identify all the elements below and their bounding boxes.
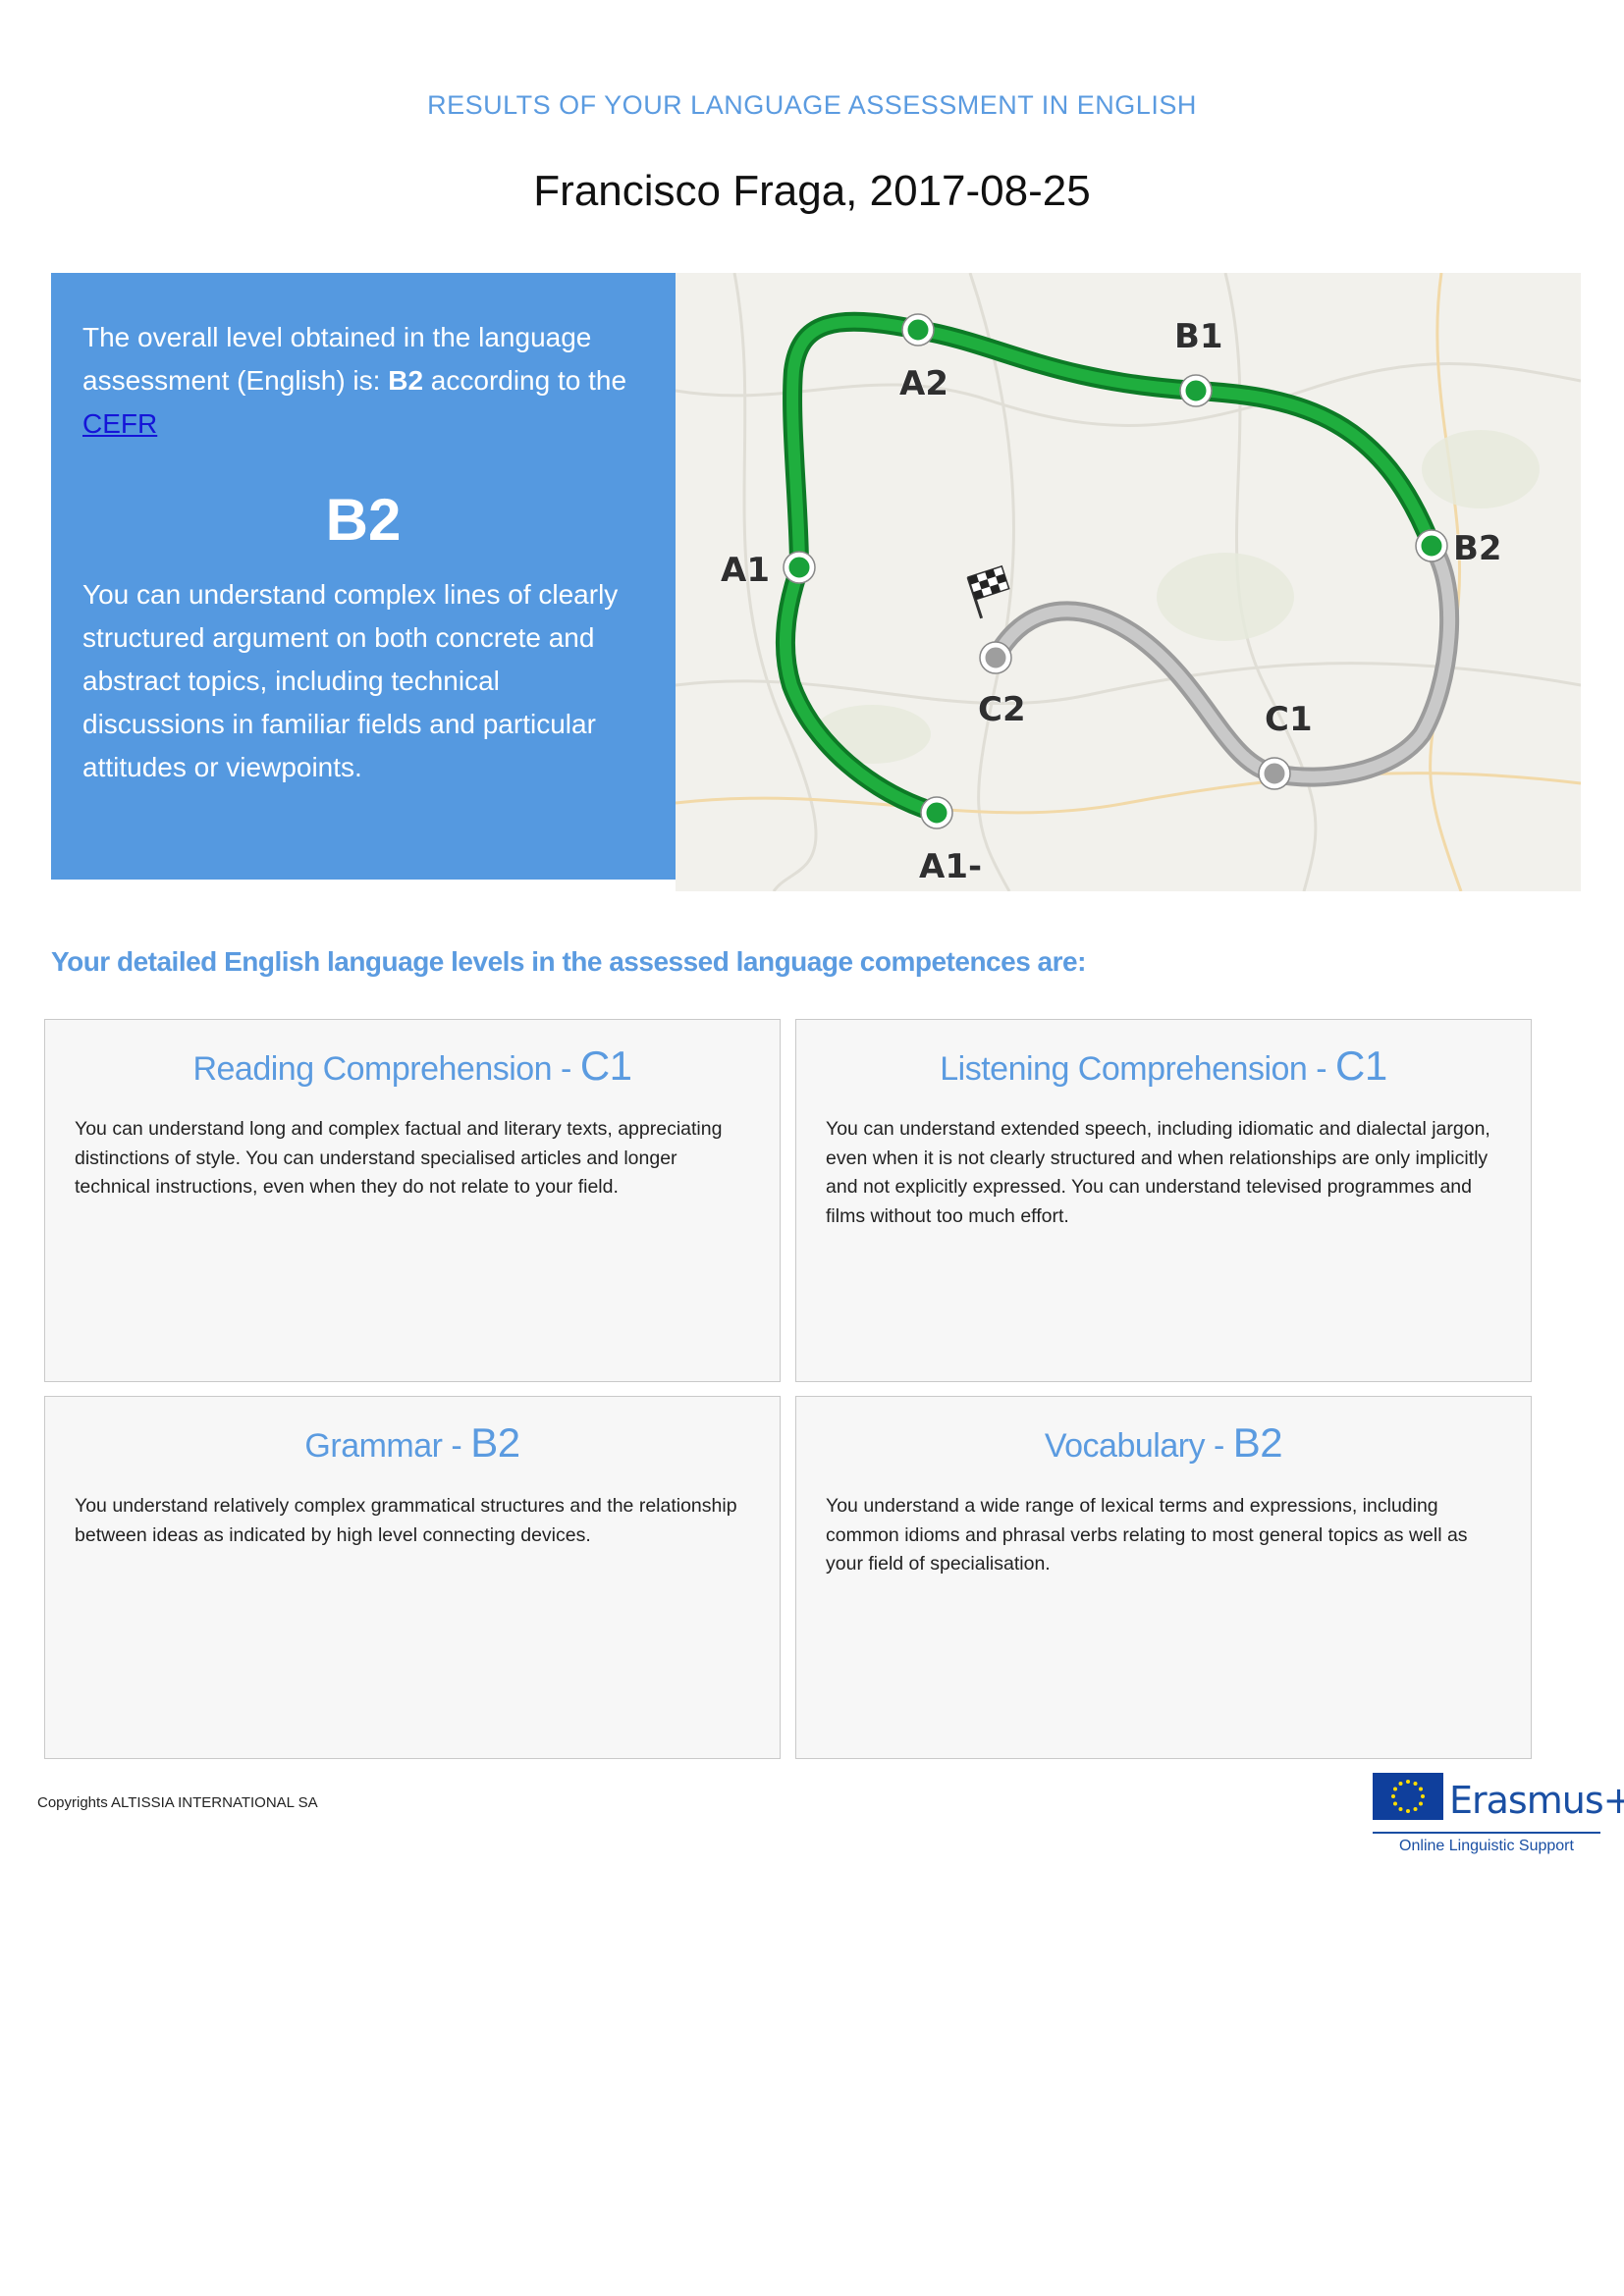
competence-level: C1: [1335, 1042, 1387, 1089]
report-subtitle: RESULTS OF YOUR LANGUAGE ASSESSMENT IN E…: [427, 90, 1197, 120]
level-marker-c1: [1259, 758, 1290, 789]
overall-level-intro: The overall level obtained in the langua…: [82, 316, 644, 446]
competence-description: You understand relatively complex gramma…: [75, 1495, 737, 1546]
star-icon: [1393, 1801, 1397, 1806]
level-label: A1-: [919, 847, 982, 886]
intro-level: B2: [388, 365, 424, 396]
star-icon: [1406, 1809, 1410, 1813]
level-path-graphic: A1- A1 A2 B1 B2 C1 C2: [676, 273, 1581, 891]
star-icon: [1419, 1787, 1423, 1791]
competence-level: C1: [579, 1042, 632, 1089]
competence-title: Reading Comprehension - C1: [75, 1043, 750, 1092]
competence-description: You can understand extended speech, incl…: [826, 1118, 1490, 1227]
cefr-link[interactable]: CEFR: [82, 408, 157, 439]
details-heading: Your detailed English language levels in…: [51, 946, 1086, 977]
competence-title: Listening Comprehension - C1: [826, 1043, 1501, 1092]
competence-name: Vocabulary -: [1044, 1427, 1233, 1465]
level-marker-b1: [1180, 375, 1212, 406]
star-icon: [1419, 1801, 1423, 1806]
star-icon: [1391, 1794, 1395, 1798]
competence-title: Grammar - B2: [75, 1420, 750, 1468]
competence-card-listening: Listening Comprehension - C1 You can und…: [795, 1019, 1532, 1382]
level-marker-a1-minus: [921, 797, 952, 828]
star-icon: [1398, 1782, 1403, 1786]
level-label: B2: [1453, 529, 1502, 568]
star-icon: [1413, 1782, 1418, 1786]
competence-level: B2: [470, 1419, 520, 1466]
level-label: B1: [1174, 317, 1223, 356]
level-marker-b2: [1416, 530, 1447, 561]
overall-level-value: B2: [325, 487, 402, 553]
star-icon: [1413, 1807, 1418, 1811]
level-marker-a1: [784, 552, 815, 583]
candidate-name-date: Francisco Fraga, 2017-08-25: [533, 167, 1091, 215]
competence-name: Grammar -: [304, 1427, 471, 1465]
competence-name: Listening Comprehension -: [940, 1050, 1336, 1088]
erasmus-logo: Erasmus+ Online Linguistic Support: [1373, 1773, 1624, 1863]
overall-level-panel: The overall level obtained in the langua…: [51, 273, 676, 880]
eu-flag-icon: [1373, 1773, 1443, 1820]
level-progress-map: A1- A1 A2 B1 B2 C1 C2: [676, 273, 1581, 891]
competence-description: You can understand long and complex fact…: [75, 1118, 723, 1198]
logo-tagline: Online Linguistic Support: [1399, 1838, 1574, 1854]
level-label: C2: [978, 690, 1026, 729]
star-icon: [1406, 1780, 1410, 1784]
star-icon: [1421, 1794, 1425, 1798]
competence-card-reading: Reading Comprehension - C1 You can under…: [44, 1019, 781, 1382]
level-marker-a2: [902, 314, 934, 346]
level-label: C1: [1265, 700, 1313, 739]
copyright-notice: Copyrights ALTISSIA INTERNATIONAL SA: [37, 1794, 318, 1811]
star-icon: [1398, 1807, 1403, 1811]
overall-level-description: You can understand complex lines of clea…: [82, 579, 619, 782]
competence-card-grammar: Grammar - B2 You understand relatively c…: [44, 1396, 781, 1759]
competence-description: You understand a wide range of lexical t…: [826, 1495, 1468, 1575]
level-label: A1: [721, 551, 770, 590]
star-icon: [1393, 1787, 1397, 1791]
intro-text-after: according to the: [423, 365, 627, 396]
competence-level: B2: [1232, 1419, 1283, 1466]
level-marker-c2: [980, 642, 1011, 673]
logo-brand: Erasmus+: [1449, 1779, 1624, 1822]
logo-divider: [1373, 1832, 1600, 1834]
competence-name: Reading Comprehension -: [192, 1050, 580, 1088]
competence-title: Vocabulary - B2: [826, 1420, 1501, 1468]
level-label: A2: [899, 364, 948, 403]
competence-card-vocabulary: Vocabulary - B2 You understand a wide ra…: [795, 1396, 1532, 1759]
